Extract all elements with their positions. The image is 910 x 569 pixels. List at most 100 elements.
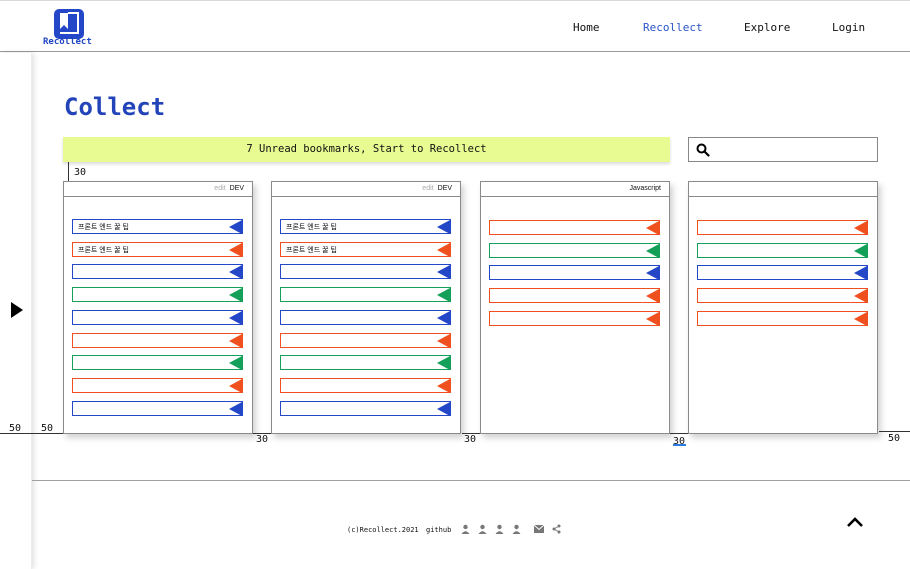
triangle-left-icon[interactable] bbox=[229, 333, 242, 348]
sidebar bbox=[0, 53, 32, 569]
triangle-left-icon[interactable] bbox=[646, 289, 659, 304]
gap1-label: 30 bbox=[256, 434, 269, 445]
bookmark-item[interactable] bbox=[72, 309, 243, 325]
mail-icon[interactable] bbox=[534, 525, 544, 533]
top-gap-marker bbox=[68, 162, 69, 181]
bookmark-item[interactable] bbox=[280, 287, 451, 303]
bookmark-item[interactable] bbox=[280, 355, 451, 371]
triangle-left-icon[interactable] bbox=[646, 311, 659, 326]
bookmark-item[interactable] bbox=[697, 310, 868, 326]
bookmark-item[interactable]: 프론트 엔드 꿀 팁 bbox=[72, 241, 243, 257]
bookmark-card: edit DEV 프론트 엔드 꿀 팁 프론트 엔드 꿀 팁 bbox=[63, 181, 253, 434]
bookmark-card bbox=[688, 181, 878, 434]
bookmark-item[interactable] bbox=[280, 400, 451, 416]
triangle-left-icon[interactable] bbox=[854, 243, 867, 258]
bookmark-item[interactable] bbox=[72, 264, 243, 280]
card-header: Javascript bbox=[481, 182, 669, 197]
nav-login[interactable]: Login bbox=[832, 21, 865, 34]
logo-icon[interactable] bbox=[54, 9, 84, 39]
triangle-left-icon[interactable] bbox=[646, 243, 659, 258]
bookmark-item[interactable]: 프론트 엔드 꿀 팁 bbox=[280, 219, 451, 234]
scroll-top-chevron-up-icon[interactable] bbox=[846, 516, 864, 528]
person-icon[interactable] bbox=[495, 524, 504, 534]
triangle-left-icon[interactable] bbox=[646, 221, 659, 235]
bookmark-item[interactable] bbox=[697, 265, 868, 281]
bookmark-item[interactable] bbox=[280, 309, 451, 325]
bookmark-item[interactable] bbox=[489, 220, 660, 235]
unread-banner[interactable]: 7 Unread bookmarks, Start to Recollect bbox=[63, 137, 670, 162]
triangle-left-icon[interactable] bbox=[854, 266, 867, 281]
right-outer-marker bbox=[879, 431, 910, 432]
header: Recollect Home Recollect Explore Login bbox=[0, 0, 910, 52]
triangle-left-icon[interactable] bbox=[437, 242, 450, 257]
bookmark-item[interactable] bbox=[489, 265, 660, 281]
top-gap-label: 30 bbox=[74, 167, 87, 178]
bookmark-item[interactable] bbox=[280, 377, 451, 393]
share-icon[interactable] bbox=[552, 524, 561, 534]
triangle-left-icon[interactable] bbox=[229, 356, 242, 371]
bookmark-item-label: 프론트 엔드 꿀 팁 bbox=[286, 224, 337, 231]
card-edit-button[interactable]: edit bbox=[214, 185, 225, 192]
bookmark-item[interactable] bbox=[697, 220, 868, 235]
triangle-left-icon[interactable] bbox=[229, 401, 242, 416]
card-tag: DEV bbox=[229, 185, 244, 192]
triangle-left-icon[interactable] bbox=[646, 266, 659, 281]
triangle-left-icon[interactable] bbox=[437, 401, 450, 416]
bookmark-card: edit DEV 프론트 엔드 꿀 팁 프론트 엔드 꿀 팁 bbox=[271, 181, 461, 434]
nav-explore[interactable]: Explore bbox=[744, 21, 790, 34]
footer-divider bbox=[32, 480, 910, 481]
bookmark-item[interactable] bbox=[489, 288, 660, 304]
card-edit-button[interactable]: edit bbox=[422, 185, 433, 192]
bookmark-item[interactable] bbox=[489, 310, 660, 326]
triangle-left-icon[interactable] bbox=[229, 310, 242, 325]
left-inner-label: 50 bbox=[41, 423, 54, 434]
page-title: Collect bbox=[64, 93, 166, 121]
bookmark-item[interactable] bbox=[697, 288, 868, 304]
triangle-left-icon[interactable] bbox=[854, 311, 867, 326]
triangle-left-icon[interactable] bbox=[437, 310, 450, 325]
search-input[interactable] bbox=[688, 137, 878, 162]
triangle-left-icon[interactable] bbox=[437, 265, 450, 280]
search-icon bbox=[696, 143, 710, 157]
person-icon[interactable] bbox=[461, 524, 470, 534]
triangle-left-icon[interactable] bbox=[437, 220, 450, 234]
bookmark-item[interactable] bbox=[280, 264, 451, 280]
bookmark-item[interactable] bbox=[489, 242, 660, 258]
bookmark-item[interactable] bbox=[72, 400, 243, 416]
logo-text[interactable]: Recollect bbox=[43, 37, 92, 47]
triangle-left-icon[interactable] bbox=[437, 356, 450, 371]
triangle-left-icon[interactable] bbox=[437, 288, 450, 303]
sidebar-toggle-play-icon[interactable] bbox=[11, 302, 23, 318]
gap3-marker bbox=[670, 433, 688, 434]
bookmark-item[interactable] bbox=[697, 242, 868, 258]
nav-recollect[interactable]: Recollect bbox=[643, 21, 703, 34]
bookmark-item[interactable]: 프론트 엔드 꿀 팁 bbox=[72, 219, 243, 234]
person-icon[interactable] bbox=[478, 524, 487, 534]
triangle-left-icon[interactable] bbox=[854, 221, 867, 235]
card-header bbox=[689, 182, 877, 197]
triangle-left-icon[interactable] bbox=[229, 220, 242, 234]
bookmark-item[interactable] bbox=[72, 355, 243, 371]
bookmark-item[interactable] bbox=[72, 287, 243, 303]
person-icon[interactable] bbox=[512, 524, 521, 534]
bookmark-card: Javascript bbox=[480, 181, 670, 434]
nav-home[interactable]: Home bbox=[573, 21, 600, 34]
triangle-left-icon[interactable] bbox=[229, 242, 242, 257]
triangle-left-icon[interactable] bbox=[229, 378, 242, 393]
bookmark-item[interactable] bbox=[280, 332, 451, 348]
card-header: edit DEV bbox=[64, 182, 252, 197]
bookmark-item[interactable] bbox=[72, 377, 243, 393]
bookmark-item[interactable]: 프론트 엔드 꿀 팁 bbox=[280, 241, 451, 257]
right-outer-label: 50 bbox=[888, 433, 901, 444]
triangle-left-icon[interactable] bbox=[229, 288, 242, 303]
triangle-left-icon[interactable] bbox=[229, 265, 242, 280]
card-tag: DEV bbox=[437, 185, 452, 192]
footer-github-link[interactable]: github bbox=[426, 526, 451, 534]
bookmark-item-label: 프론트 엔드 꿀 팁 bbox=[78, 246, 129, 254]
triangle-left-icon[interactable] bbox=[437, 333, 450, 348]
bookmark-item[interactable] bbox=[72, 332, 243, 348]
triangle-left-icon[interactable] bbox=[854, 289, 867, 304]
left-outer-label: 50 bbox=[9, 423, 22, 434]
footer-copyright: (c)Recollect.2021 bbox=[347, 526, 419, 534]
triangle-left-icon[interactable] bbox=[437, 378, 450, 393]
